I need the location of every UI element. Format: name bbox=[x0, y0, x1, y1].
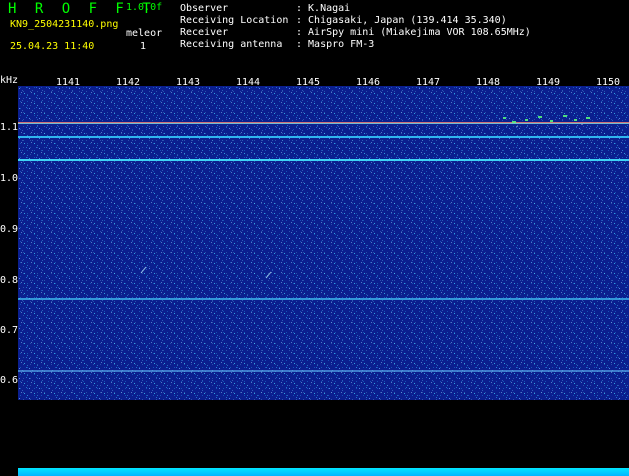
spectrum-area bbox=[18, 86, 629, 400]
file-name: KN9_2504231140.png bbox=[10, 19, 119, 30]
signal-line-0-76 bbox=[18, 298, 629, 300]
signal-line-1-09 bbox=[18, 136, 629, 138]
antenna-label: Receiving antenna bbox=[180, 39, 283, 50]
y-tick-0-9: 0.9 bbox=[0, 224, 19, 235]
y-tick-0-6: 0.6 bbox=[0, 375, 19, 386]
y-tick-1-1: 1.1 bbox=[0, 122, 19, 133]
antenna-value: : Maspro FM-3 bbox=[296, 39, 375, 50]
receiver-value: : AirSpy mini (Miakejima VOR 108.65MHz) bbox=[296, 27, 531, 38]
header: H R O F F T 1.0.0f KN9_2504231140.png 25… bbox=[0, 0, 629, 76]
location-label: Receiving Location bbox=[180, 15, 289, 26]
signal-line-1-04 bbox=[18, 159, 629, 161]
mode-label: meleor bbox=[126, 28, 163, 39]
receiver-label: Receiver bbox=[180, 27, 229, 38]
mode-value: 1 bbox=[140, 41, 147, 52]
timestamp: 25.04.23 11:40 bbox=[10, 41, 95, 52]
y-tick-0-7: 0.7 bbox=[0, 325, 19, 336]
observer-label: Observer bbox=[180, 3, 229, 14]
y-axis-unit: kHz bbox=[0, 75, 19, 86]
spectrum-baseline bbox=[18, 468, 629, 476]
signal-line-1-11 bbox=[18, 122, 629, 124]
noise-texture bbox=[18, 86, 629, 400]
y-tick-0-8: 0.8 bbox=[0, 275, 19, 286]
observer-value: : K.Nagai bbox=[296, 3, 351, 14]
spectrogram-plot: kHz 1141 1142 1143 1144 1145 1146 1147 1… bbox=[0, 75, 629, 476]
signal-line-0-62 bbox=[18, 370, 629, 372]
meteor-echo-cluster bbox=[140, 115, 590, 279]
app-version: 1.0.0f bbox=[126, 2, 163, 13]
y-tick-1-0: 1.0 bbox=[0, 173, 19, 184]
location-value: : Chigasaki, Japan (139.414 35.340) bbox=[296, 15, 507, 26]
